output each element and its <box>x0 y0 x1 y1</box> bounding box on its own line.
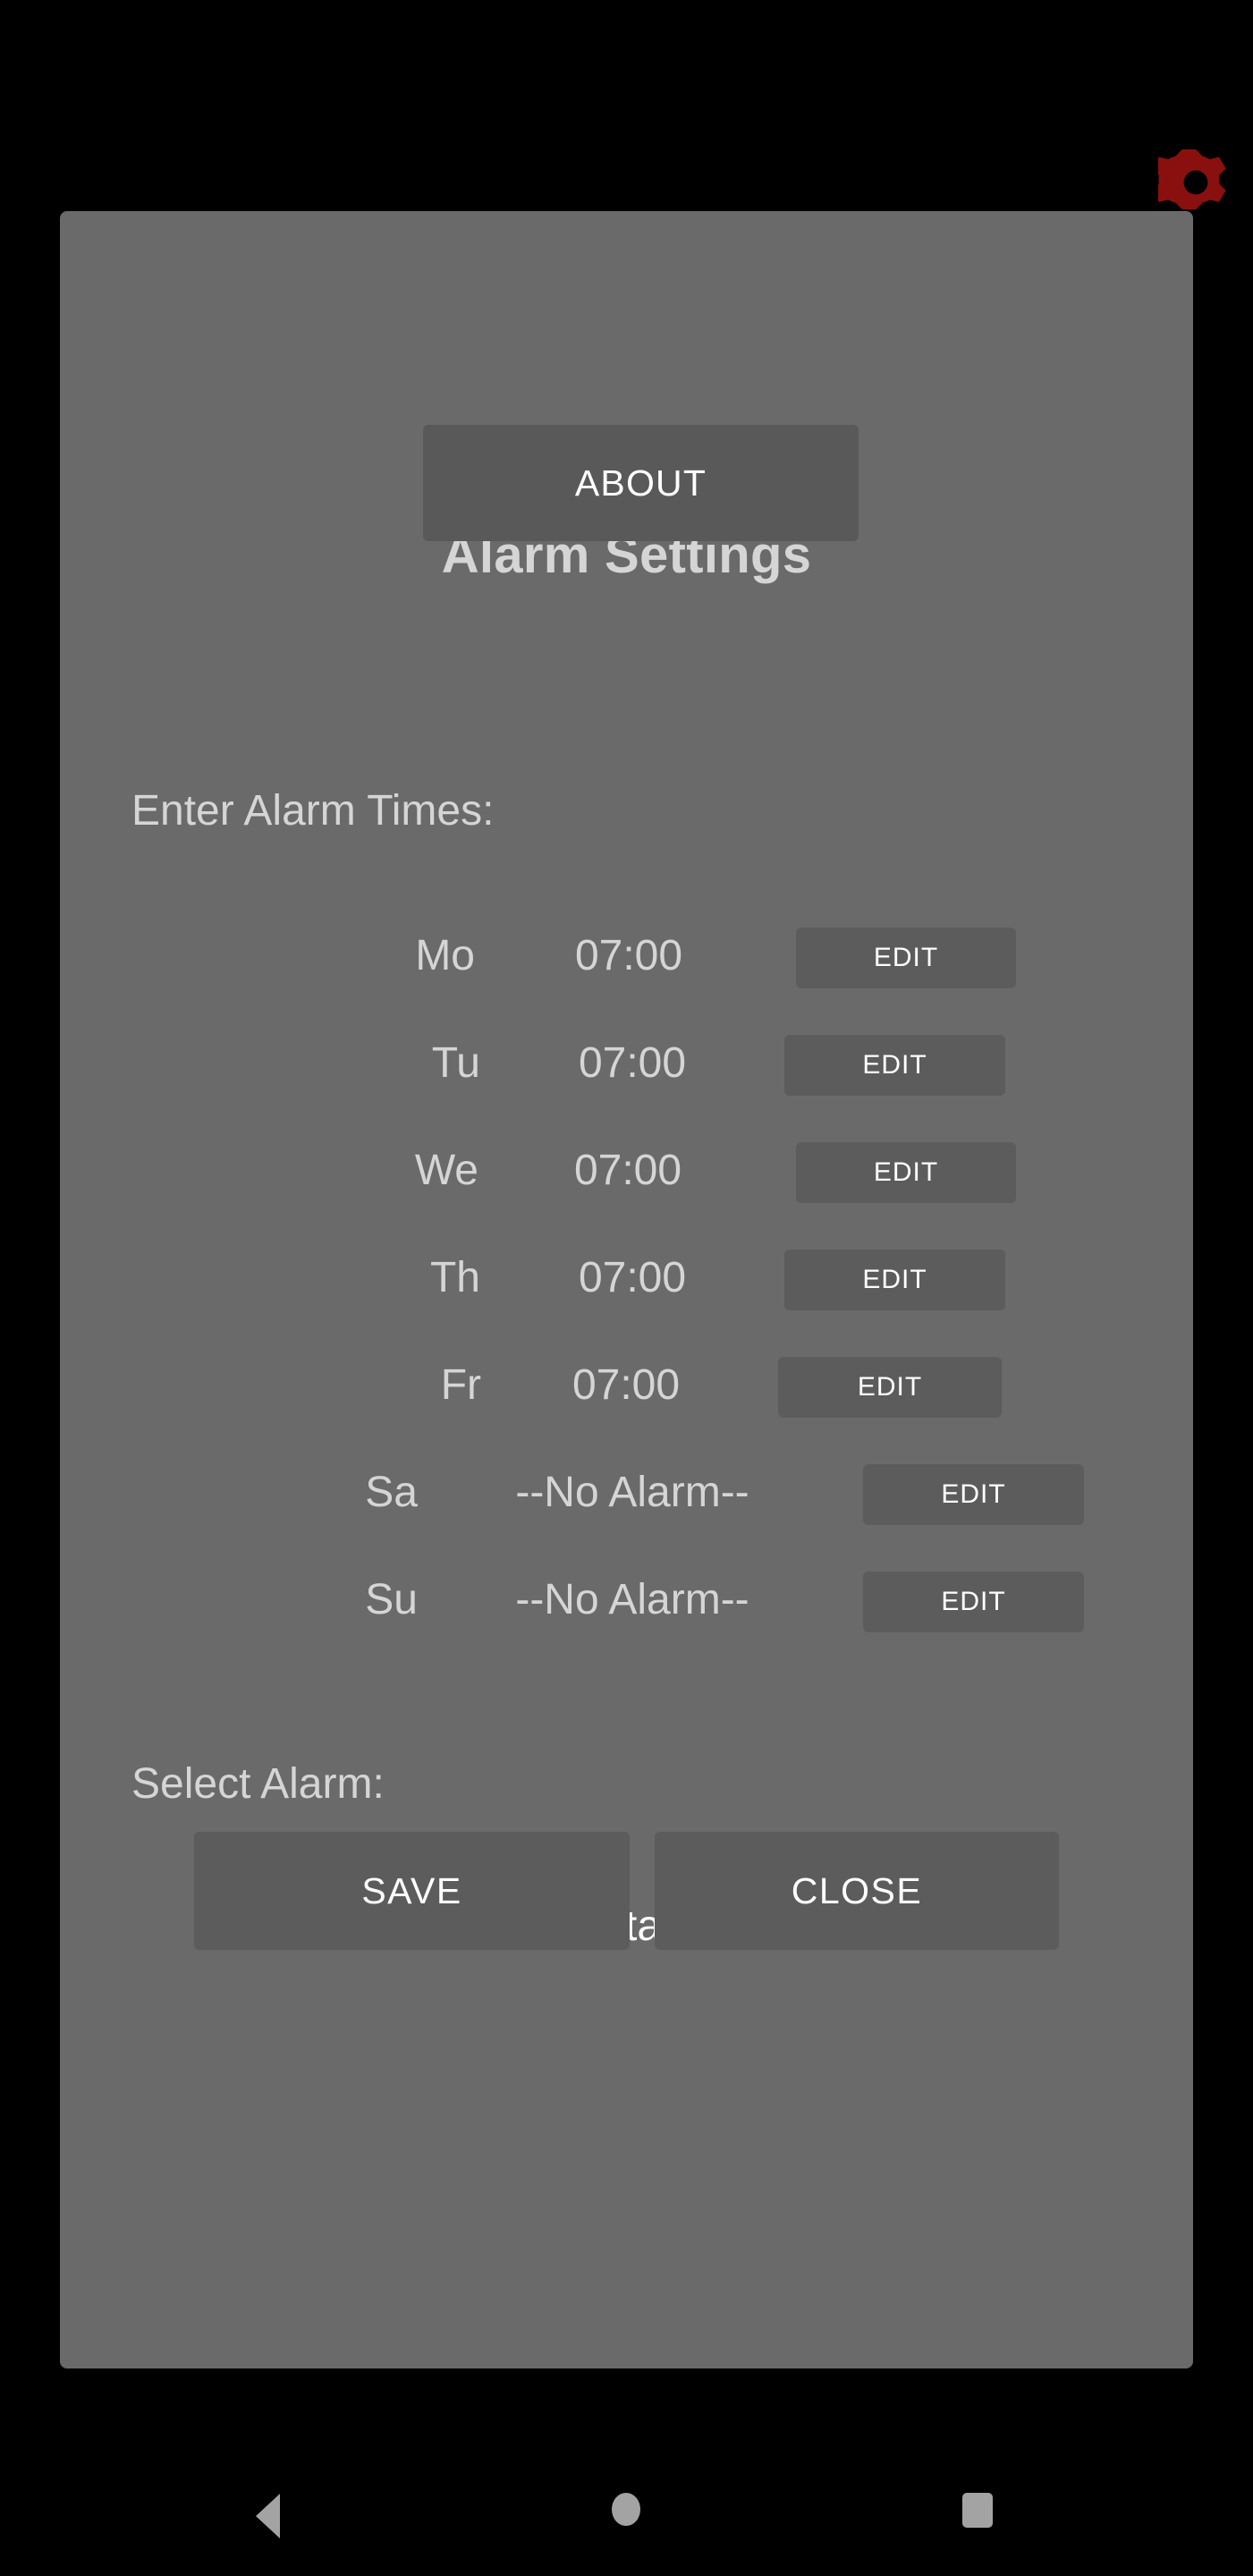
alarm-row: Fr 07:00 EDIT <box>60 1357 1193 1434</box>
home-icon <box>612 2493 640 2526</box>
alarm-row: Th 07:00 EDIT <box>60 1250 1193 1326</box>
nav-back-button[interactable] <box>186 2451 365 2576</box>
alarm-day-label: Sa <box>365 1469 418 1516</box>
close-button[interactable]: CLOSE <box>655 1832 1059 1950</box>
alarm-time-value: 07:00 <box>578 1254 687 1301</box>
enter-alarm-times-label: Enter Alarm Times: <box>131 787 495 835</box>
alarm-row: We 07:00 EDIT <box>60 1142 1193 1219</box>
edit-alarm-button[interactable]: EDIT <box>784 1250 1005 1310</box>
back-icon <box>256 2494 280 2538</box>
alarm-row: Mo 07:00 EDIT <box>60 928 1193 1004</box>
nav-home-button[interactable] <box>537 2451 715 2576</box>
recents-icon <box>962 2493 993 2528</box>
android-navigation-bar <box>0 2451 1253 2576</box>
alarm-day-label: Su <box>365 1576 418 1623</box>
alarm-time-value: 07:00 <box>578 1039 687 1087</box>
edit-alarm-button[interactable]: EDIT <box>778 1357 1002 1418</box>
gear-icon[interactable] <box>1158 145 1233 220</box>
select-alarm-label: Select Alarm: <box>131 1760 385 1808</box>
edit-alarm-button[interactable]: EDIT <box>863 1464 1084 1525</box>
nav-recents-button[interactable] <box>885 2451 1064 2576</box>
alarm-settings-panel: Alarm Settings ABOUT Enter Alarm Times: … <box>60 211 1193 2368</box>
alarm-time-value: --No Alarm-- <box>515 1576 749 1623</box>
about-button[interactable]: ABOUT <box>423 425 859 541</box>
edit-alarm-button[interactable]: EDIT <box>796 1142 1016 1203</box>
alarm-time-value: 07:00 <box>571 1361 681 1409</box>
edit-alarm-button[interactable]: EDIT <box>863 1572 1084 1632</box>
alarm-row: Sa --No Alarm-- EDIT <box>60 1464 1193 1541</box>
save-button[interactable]: SAVE <box>194 1832 630 1950</box>
alarm-row: Tu 07:00 EDIT <box>60 1035 1193 1112</box>
edit-alarm-button[interactable]: EDIT <box>796 928 1016 988</box>
alarm-time-value: 07:00 <box>573 1147 682 1194</box>
alarm-time-value: 07:00 <box>574 932 683 979</box>
edit-alarm-button[interactable]: EDIT <box>784 1035 1005 1096</box>
alarm-row: Su --No Alarm-- EDIT <box>60 1572 1193 1648</box>
alarm-time-value: --No Alarm-- <box>515 1469 749 1516</box>
